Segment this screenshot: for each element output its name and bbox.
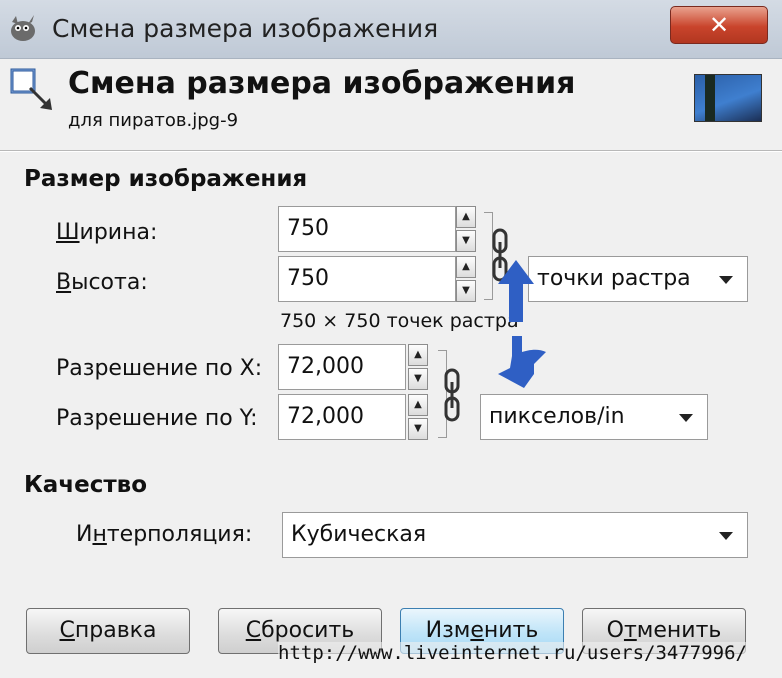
resolution-unit-select[interactable]: пикселов/in [480, 394, 708, 440]
header-separator [0, 150, 782, 152]
interpolation-label-text: терполяция: [106, 522, 253, 547]
height-decrement-button[interactable]: ▼ [456, 280, 476, 302]
help-button[interactable]: Справка [26, 608, 190, 654]
annotation-arrow-up-icon [498, 260, 534, 322]
annotation-arrow-down-icon [498, 336, 546, 388]
interpolation-value: Кубическая [291, 522, 427, 547]
interpolation-select[interactable]: Кубическая [282, 512, 748, 558]
apply-hotkey: е [470, 618, 484, 643]
width-increment-button[interactable]: ▲ [456, 206, 476, 228]
cancel-label-end: менить [636, 618, 722, 643]
interpolation-label-start: И [76, 522, 93, 547]
apply-label-start: Изм [425, 618, 471, 643]
close-icon: ✕ [708, 11, 730, 39]
size-unit-select[interactable]: точки растра [528, 256, 748, 302]
width-input[interactable]: 750 [278, 206, 456, 252]
resolution-y-input[interactable]: 72,000 [278, 394, 406, 440]
height-label-hotkey: В [56, 270, 72, 295]
width-label: Ширина: [56, 220, 157, 245]
title-bar: Смена размера изображения ✕ [0, 0, 782, 59]
window-title: Смена размера изображения [52, 14, 439, 43]
height-input[interactable]: 750 [278, 256, 456, 302]
resolution-x-decrement-button[interactable]: ▼ [408, 368, 428, 390]
resolution-y-label: Разрешение по Y: [56, 406, 258, 431]
gimp-icon [11, 15, 35, 41]
width-decrement-button[interactable]: ▼ [456, 230, 476, 252]
interpolation-label: Интерполяция: [76, 522, 252, 547]
image-thumbnail [694, 74, 762, 122]
resolution-x-input[interactable]: 72,000 [278, 344, 406, 390]
thumbnail-tree-shape [705, 75, 715, 121]
resize-icon [10, 68, 52, 110]
size-unit-value: точки растра [537, 266, 691, 291]
reset-hotkey: С [245, 618, 262, 643]
cancel-hotkey: т [623, 618, 637, 643]
chevron-down-icon [679, 414, 693, 422]
resolution-unit-value: пикселов/in [489, 404, 625, 429]
height-increment-button[interactable]: ▲ [456, 256, 476, 278]
cancel-label-start: О [606, 618, 624, 643]
height-label: Высота: [56, 270, 148, 295]
width-label-hotkey: Ш [56, 220, 80, 245]
size-info-text: 750 × 750 точек растра [280, 310, 519, 332]
height-label-text: ысота: [71, 270, 148, 295]
resolution-y-decrement-button[interactable]: ▼ [408, 418, 428, 440]
resolution-y-spinner[interactable]: ▲ ▼ [408, 394, 428, 440]
apply-label-end: нить [483, 618, 539, 643]
resolution-x-label: Разрешение по X: [56, 356, 263, 381]
width-label-text: ирина: [79, 220, 158, 245]
interpolation-label-hotkey: н [92, 522, 107, 547]
help-hotkey: С [59, 618, 75, 643]
chevron-down-icon [719, 276, 733, 284]
watermark-url: http://www.liveinternet.ru/users/3477996… [278, 642, 747, 664]
close-button[interactable]: ✕ [670, 6, 768, 44]
height-spinner[interactable]: ▲ ▼ [456, 256, 476, 302]
chevron-down-icon [719, 532, 733, 540]
resolution-chain-link-icon[interactable] [442, 368, 462, 422]
resolution-x-increment-button[interactable]: ▲ [408, 344, 428, 366]
image-size-section-title: Размер изображения [24, 166, 308, 192]
quality-section-title: Качество [24, 472, 148, 498]
resolution-y-increment-button[interactable]: ▲ [408, 394, 428, 416]
resolution-x-spinner[interactable]: ▲ ▼ [408, 344, 428, 390]
image-name: для пиратов.jpg-9 [68, 110, 239, 131]
help-label: правка [74, 618, 157, 643]
width-spinner[interactable]: ▲ ▼ [456, 206, 476, 252]
dialog-heading: Смена размера изображения [68, 66, 576, 101]
reset-label: бросить [261, 618, 355, 643]
